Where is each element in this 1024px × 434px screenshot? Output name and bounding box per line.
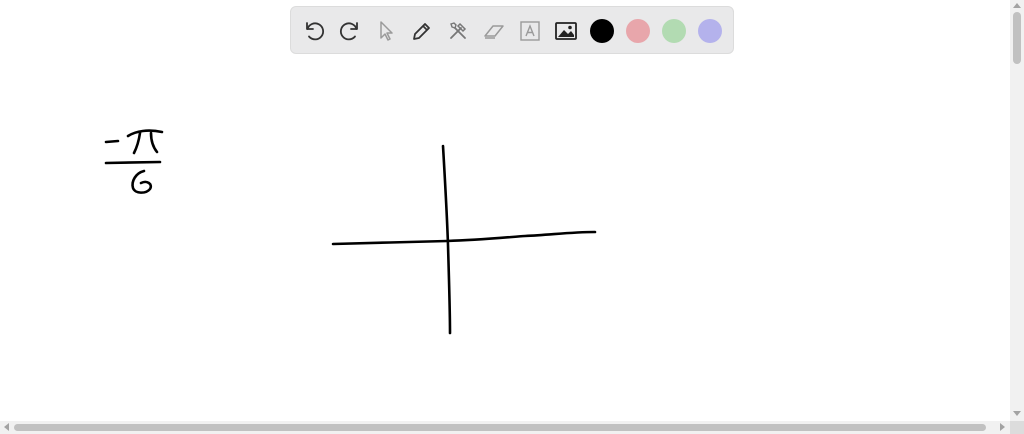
undo-icon (306, 22, 325, 41)
horizontal-scrollbar[interactable] (0, 421, 1010, 434)
select-pointer-icon (380, 21, 393, 41)
pi-top-stroke (126, 129, 164, 138)
whiteboard-canvas[interactable] (0, 0, 1010, 421)
text-button[interactable] (517, 18, 543, 44)
pen-icon (413, 23, 430, 40)
redo-icon (339, 22, 358, 41)
fraction-bar-stroke (104, 160, 162, 165)
image-button[interactable] (553, 18, 579, 44)
horizontal-axis-stroke (331, 230, 597, 246)
six-stroke (131, 169, 153, 194)
eraser-button[interactable] (481, 18, 507, 44)
handwritten-drawing (104, 129, 597, 335)
tools-button[interactable] (445, 18, 471, 44)
color-swatch-purple[interactable] (698, 19, 722, 43)
scroll-down-arrow-icon[interactable] (1013, 411, 1021, 416)
redo-button[interactable] (337, 18, 363, 44)
select-button[interactable] (373, 18, 399, 44)
scroll-left-arrow-icon[interactable] (4, 423, 9, 431)
undo-button[interactable] (301, 18, 327, 44)
scrollbar-corner (1010, 421, 1024, 434)
pi-left-leg-stroke (132, 131, 142, 155)
tools-icon (450, 22, 467, 39)
color-swatch-black[interactable] (590, 19, 614, 43)
eraser-icon (484, 25, 504, 39)
drawing-toolbar (290, 6, 734, 54)
pen-button[interactable] (409, 18, 435, 44)
vertical-scroll-thumb[interactable] (1013, 12, 1021, 64)
vertical-axis-stroke (441, 144, 452, 335)
image-icon (555, 22, 577, 40)
text-icon (520, 21, 540, 41)
horizontal-scroll-thumb[interactable] (14, 424, 986, 431)
pi-right-leg-stroke (149, 131, 159, 154)
color-swatch-green[interactable] (662, 19, 686, 43)
scroll-up-arrow-icon[interactable] (1013, 3, 1021, 8)
scroll-right-arrow-icon[interactable] (1000, 423, 1005, 431)
minus-stroke (104, 139, 120, 144)
vertical-scrollbar[interactable] (1010, 0, 1024, 421)
color-swatch-red[interactable] (626, 19, 650, 43)
